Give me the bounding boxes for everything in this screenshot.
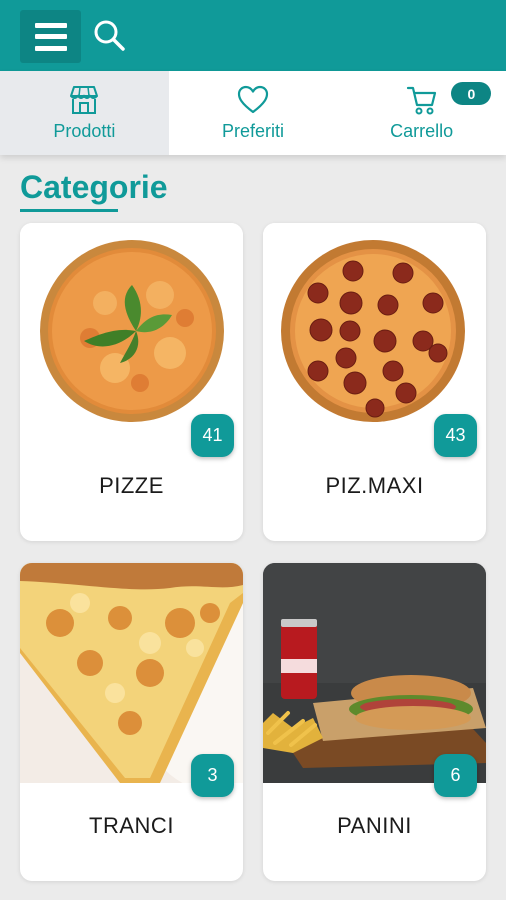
category-card-panini[interactable]: 6 PANINI <box>263 563 486 881</box>
category-card-piz-maxi[interactable]: 43 PIZ.MAXI <box>263 223 486 541</box>
search-icon <box>94 20 125 51</box>
tab-label: Preferiti <box>222 120 285 141</box>
kebab-sandwich-photo <box>263 563 486 783</box>
cart-count-badge: 0 <box>451 82 492 105</box>
heart-icon <box>237 85 269 113</box>
menu-button[interactable] <box>20 10 81 63</box>
tab-label: Prodotti <box>53 120 116 141</box>
tab-bar: Prodotti Preferiti Carrello 0 <box>0 71 506 155</box>
category-name: PANINI <box>337 813 412 838</box>
cart-icon <box>406 86 436 114</box>
category-card-tranci[interactable]: 3 TRANCI <box>20 563 243 881</box>
product-count-badge: 3 <box>191 754 234 797</box>
pepperoni-pizza-photo <box>263 223 486 443</box>
search-button[interactable] <box>92 18 128 54</box>
tab-label: Carrello <box>390 120 454 141</box>
category-name: TRANCI <box>89 813 174 838</box>
product-count-badge: 43 <box>434 414 477 457</box>
product-count-badge: 6 <box>434 754 477 797</box>
top-app-bar <box>0 0 506 71</box>
pizza-slice-photo <box>20 563 243 783</box>
category-card-pizze[interactable]: 41 PIZZE <box>20 223 243 541</box>
title-underline <box>20 209 118 212</box>
section-title: Categorie <box>20 169 168 205</box>
category-name: PIZZE <box>99 473 164 498</box>
category-name: PIZ.MAXI <box>325 473 424 498</box>
store-icon <box>70 85 99 114</box>
product-count-badge: 41 <box>191 414 234 457</box>
hamburger-menu-icon <box>34 22 67 51</box>
tab-carrello[interactable]: Carrello 0 <box>337 71 506 155</box>
tab-preferiti[interactable]: Preferiti <box>169 71 338 155</box>
tab-prodotti[interactable]: Prodotti <box>0 71 169 155</box>
margherita-pizza-photo <box>20 223 243 443</box>
